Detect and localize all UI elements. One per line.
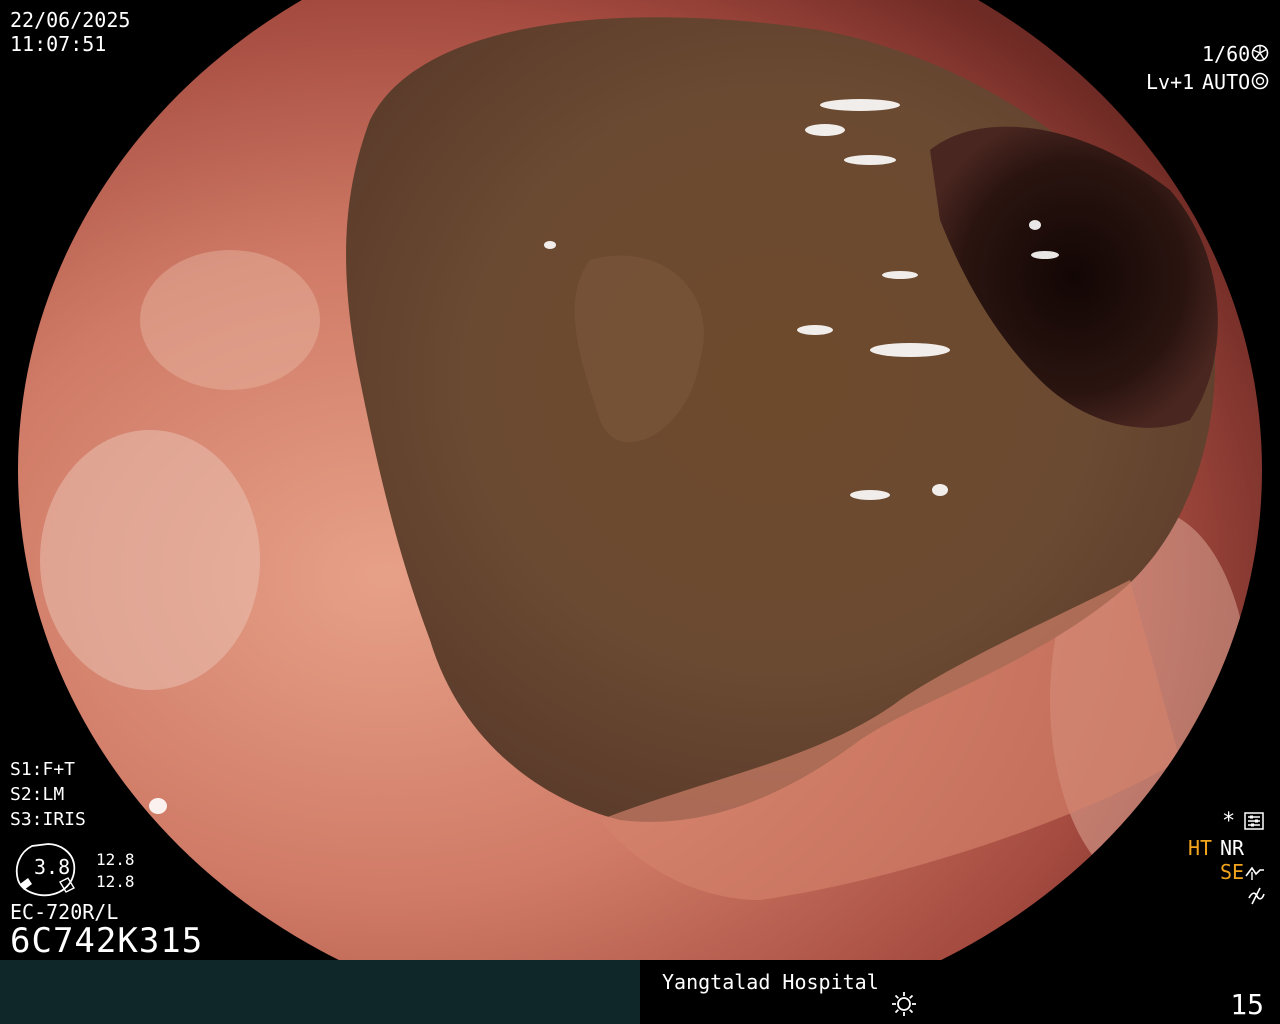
asterisk-mark: * <box>1222 809 1236 834</box>
flicker-icon <box>1248 887 1265 905</box>
edge-enhance-icon <box>1245 866 1264 880</box>
zoom-value: 3.8 <box>34 855 71 879</box>
s2-mode: S2:LM <box>10 784 65 805</box>
date-text: 22/06/2025 <box>10 8 131 32</box>
shutter-speed: 1/60 <box>1202 42 1251 66</box>
focal-value-1: 12.8 <box>96 850 135 869</box>
endoscopy-screen: { "info": { "date": "22/06/2025", "time"… <box>0 0 1280 1024</box>
shutter-icon <box>1251 44 1269 62</box>
status-bar-right: Yangtalad Hospital 15 <box>640 960 1280 1024</box>
iris-auto-icon <box>1251 72 1269 90</box>
status-bar-left <box>0 960 640 1024</box>
s3-mode: S3:IRIS <box>10 809 86 830</box>
iris-mode-text: AUTO <box>1202 70 1251 94</box>
focal-value-2: 12.8 <box>96 872 135 891</box>
s1-mode: S1:F+T <box>10 759 76 780</box>
se-label: SE <box>1220 860 1245 884</box>
mucosa-field <box>18 0 1262 960</box>
brightness-icon <box>892 992 916 1016</box>
scope-serial: 6C742K315 <box>10 921 204 961</box>
nr-label: NR <box>1220 836 1245 860</box>
settings-grid-icon <box>1244 812 1264 830</box>
endoscopic-image <box>0 0 1280 960</box>
hospital-name: Yangtalad Hospital <box>662 970 879 994</box>
level-text: Lv+1 <box>1146 70 1195 94</box>
status-bar: Yangtalad Hospital 15 <box>0 960 1280 1024</box>
frame-number: 15 <box>1230 988 1264 1021</box>
ht-label: HT <box>1188 836 1213 860</box>
time-text: 11:07:51 <box>10 32 107 56</box>
